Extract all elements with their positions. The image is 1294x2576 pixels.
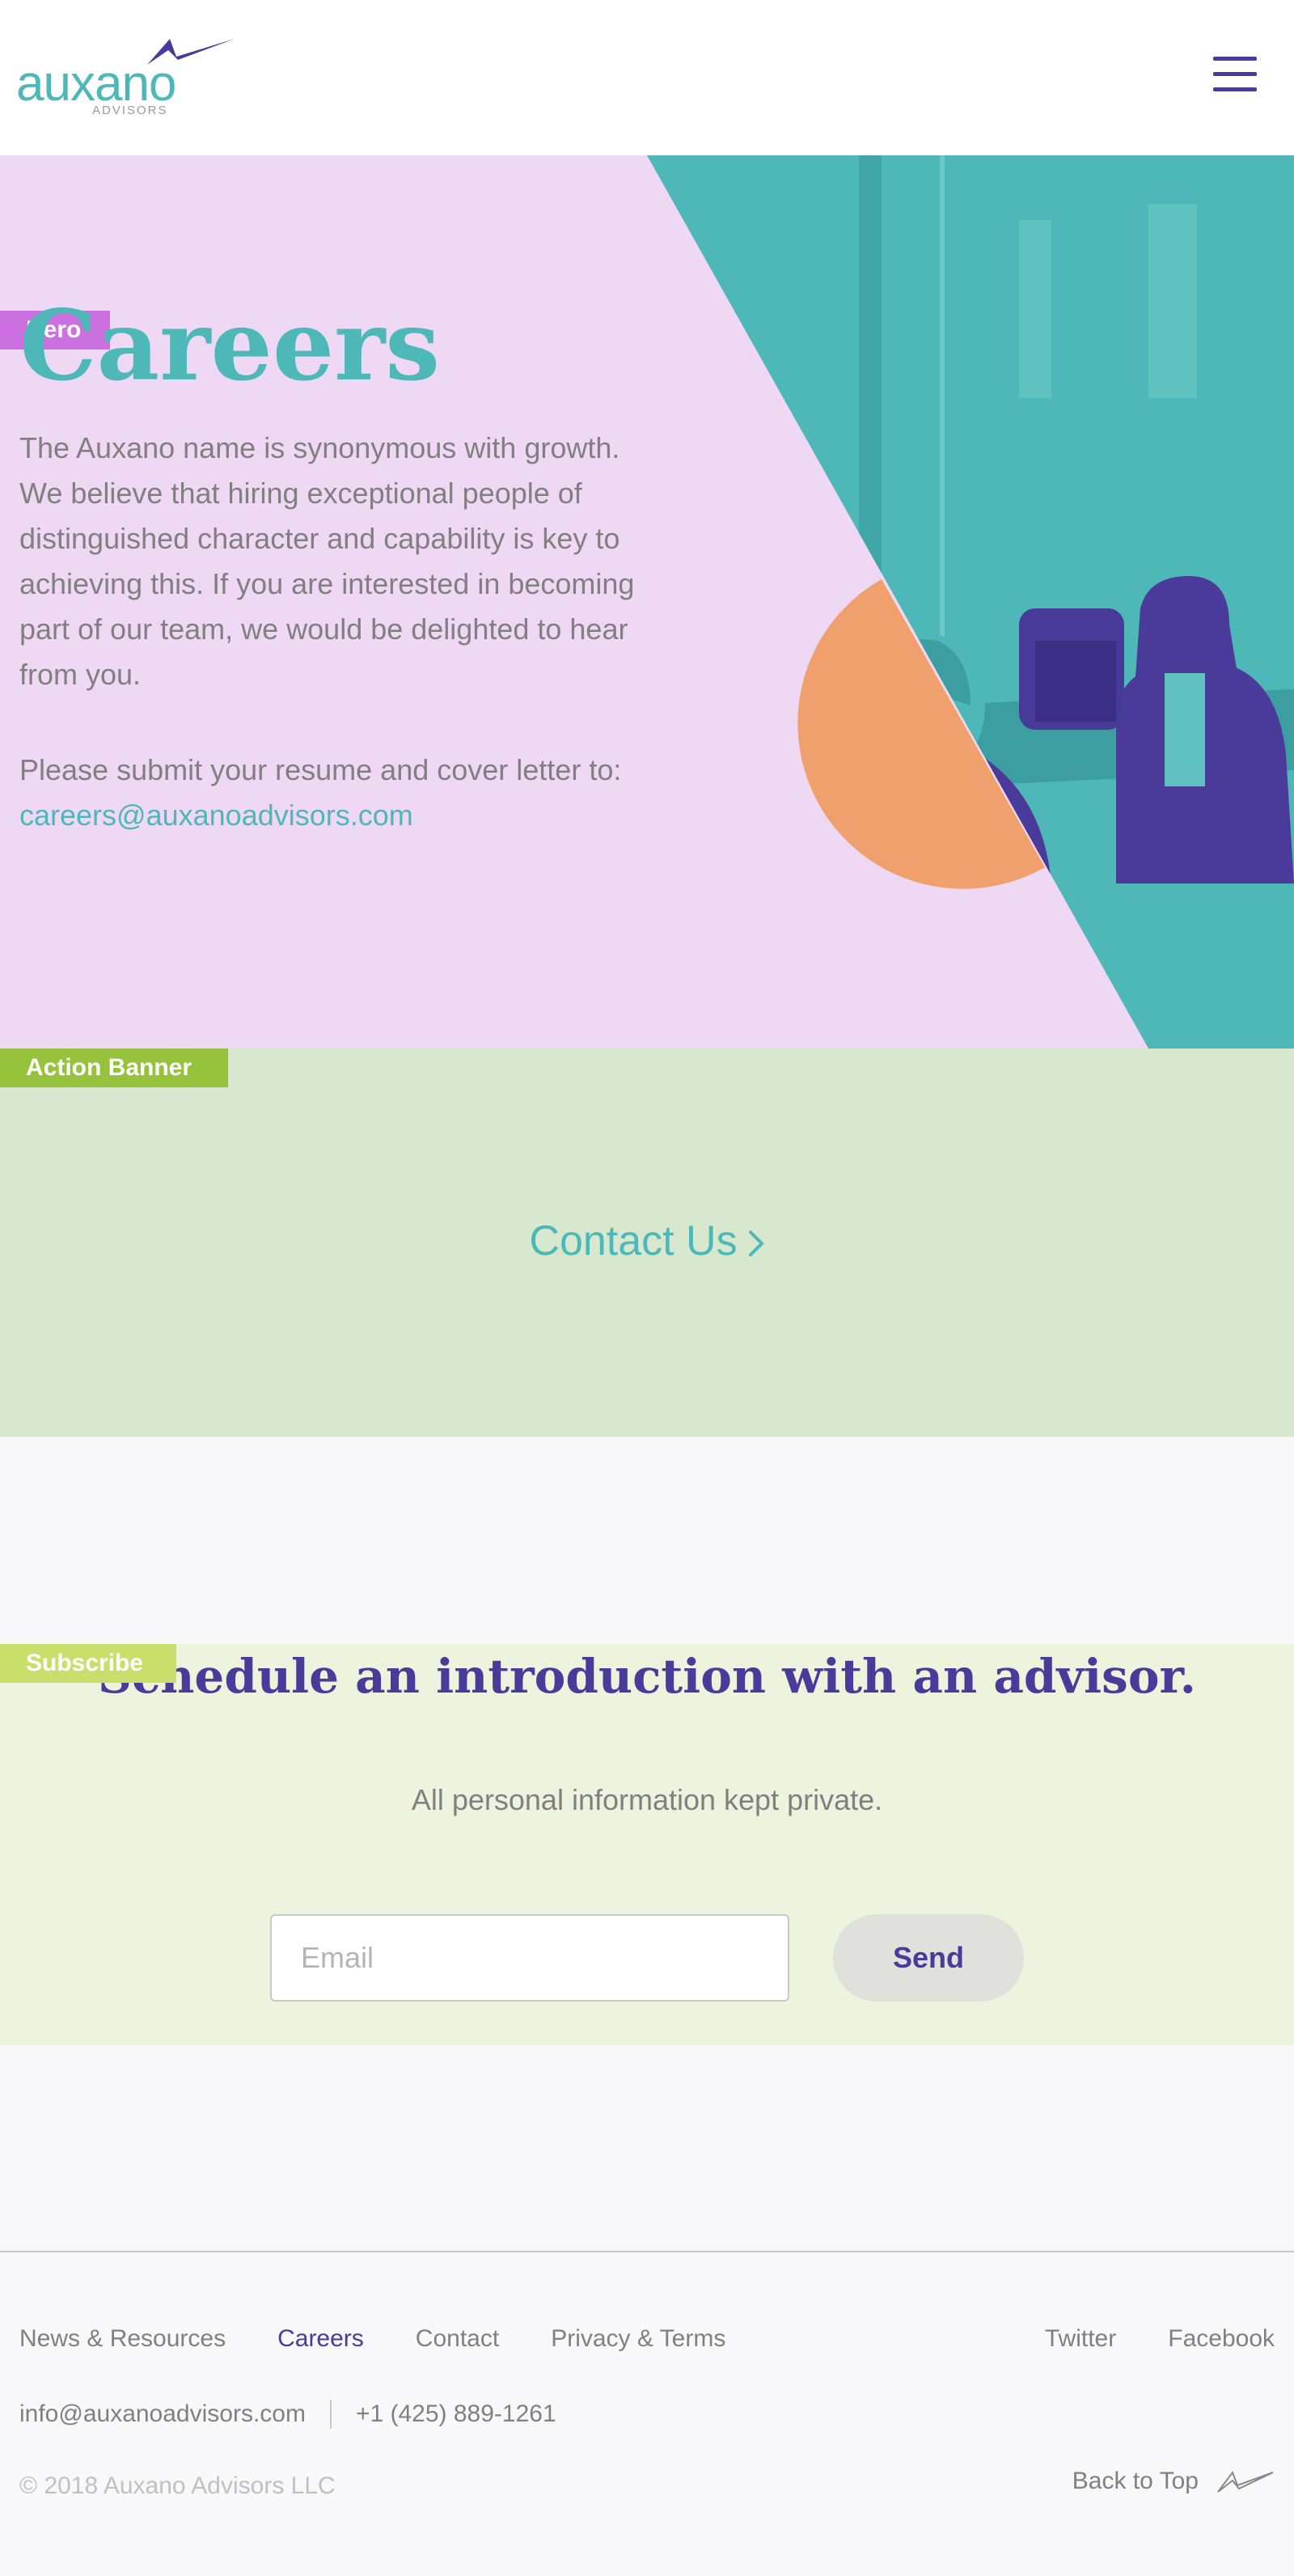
footer-nav: News & Resources Careers Contact Privacy… (19, 2325, 725, 2353)
subscribe-section: Schedule an introduction with an advisor… (0, 1644, 1294, 2045)
action-banner-tag: Action Banner (0, 1049, 228, 1087)
hero-paragraph: The Auxano name is synonymous with growt… (19, 431, 635, 691)
send-button[interactable]: Send (833, 1914, 1024, 2002)
footer-phone-link[interactable]: +1 (425) 889-1261 (356, 2400, 556, 2428)
privacy-note: All personal information kept private. (411, 1783, 883, 1816)
subscribe-section-tag: Subscribe (0, 1644, 176, 1683)
hero-submit-text: Please submit your resume and cover lett… (19, 753, 622, 786)
hero-section: Hero Careers The Auxano name is synonymo… (0, 155, 1294, 1049)
auxano-logo[interactable]: auxano ADVISORS (16, 32, 235, 121)
footer-link-privacy-terms[interactable]: Privacy & Terms (551, 2325, 725, 2353)
footer-contact-divider (329, 2400, 332, 2429)
footer-link-news-resources[interactable]: News & Resources (19, 2325, 226, 2353)
contact-us-label: Contact Us (529, 1218, 738, 1265)
page-title: Careers (19, 289, 440, 403)
footer-contact-info: info@auxanoadvisors.com +1 (425) 889-126… (19, 2400, 556, 2429)
contact-us-link[interactable]: Contact Us (0, 1217, 1294, 1265)
chevron-right-icon (748, 1231, 764, 1257)
copyright-text: © 2018 Auxano Advisors LLC (19, 2472, 336, 2499)
back-to-top-link[interactable]: Back to Top (1072, 2468, 1275, 2495)
footer-link-contact[interactable]: Contact (416, 2325, 499, 2353)
footer-email-link[interactable]: info@auxanoadvisors.com (19, 2400, 306, 2428)
email-field[interactable] (270, 1914, 789, 2002)
careers-email-link[interactable]: careers@auxanoadvisors.com (19, 793, 413, 838)
subscribe-title: Schedule an introduction with an advisor… (98, 1649, 1196, 1704)
footer-divider (0, 2251, 1294, 2252)
hamburger-menu-icon[interactable] (1213, 57, 1257, 97)
footer-social-links: Twitter Facebook (1045, 2325, 1275, 2353)
logo-subtitle: ADVISORS (92, 104, 168, 117)
facebook-link[interactable]: Facebook (1168, 2325, 1275, 2353)
footer-link-careers[interactable]: Careers (277, 2325, 364, 2353)
twitter-link[interactable]: Twitter (1045, 2325, 1116, 2353)
logo-arrow-icon (1217, 2470, 1274, 2493)
back-to-top-label: Back to Top (1072, 2468, 1199, 2494)
action-banner: Contact Us (0, 1049, 1294, 1437)
site-header: auxano ADVISORS (0, 0, 1294, 155)
